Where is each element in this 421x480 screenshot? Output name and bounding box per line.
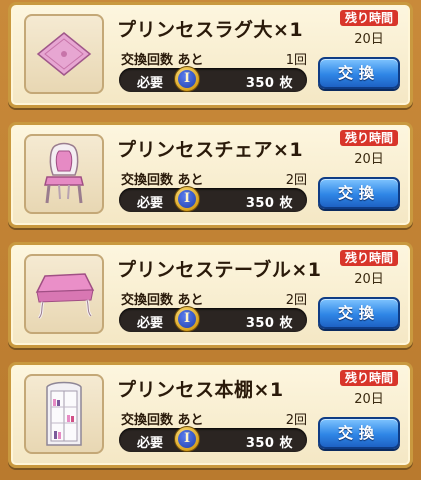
remaining-days: 20日: [354, 32, 384, 47]
remaining-days: 20日: [354, 152, 384, 167]
medal-symbol: I: [178, 70, 196, 88]
item-thumbnail: [24, 134, 104, 214]
exchange-count-label: 交換回数 あと: [121, 173, 204, 188]
item-thumbnail: [24, 374, 104, 454]
pink-chair-icon: [39, 141, 89, 207]
medal-icon: I: [174, 186, 200, 212]
remaining-time-badge: 残り時間: [340, 250, 398, 266]
item-name: プリンセステーブル×1: [117, 259, 322, 281]
required-label: 必要: [137, 196, 164, 211]
pink-table-icon: [31, 266, 97, 322]
item-name: プリンセス本棚×1: [117, 379, 284, 401]
exchange-count-label: 交換回数 あと: [121, 53, 204, 68]
required-amount: 350 枚: [245, 316, 293, 331]
required-amount: 350 枚: [245, 436, 293, 451]
required-label: 必要: [137, 316, 164, 331]
exchange-item-card: プリンセスチェア×1 残り時間 20日 交換回数 あと 2回 必要 I 350 …: [8, 122, 413, 228]
item-thumbnail: [24, 254, 104, 334]
pink-rug-icon: [34, 29, 94, 79]
medal-symbol: I: [178, 310, 196, 328]
medal-icon: I: [174, 66, 200, 92]
remaining-time-badge: 残り時間: [340, 10, 398, 26]
exchange-count-value: 2回: [285, 293, 307, 308]
required-cost-bar: 必要 I 350 枚: [119, 66, 307, 92]
exchange-item-card: プリンセスラグ大×1 残り時間 20日 交換回数 あと 1回 必要 I 350 …: [8, 2, 413, 108]
required-cost-bar: 必要 I 350 枚: [119, 306, 307, 332]
exchange-button[interactable]: 交換: [318, 417, 400, 449]
remaining-time-badge: 残り時間: [340, 370, 398, 386]
required-label: 必要: [137, 76, 164, 91]
exchange-list: プリンセスラグ大×1 残り時間 20日 交換回数 あと 1回 必要 I 350 …: [0, 0, 421, 480]
medal-icon: I: [174, 426, 200, 452]
required-amount: 350 枚: [245, 196, 293, 211]
bookshelf-icon: [41, 379, 87, 449]
remaining-days: 20日: [354, 392, 384, 407]
exchange-button[interactable]: 交換: [318, 177, 400, 209]
exchange-button[interactable]: 交換: [318, 297, 400, 329]
item-name: プリンセスチェア×1: [117, 139, 304, 161]
exchange-count-label: 交換回数 あと: [121, 293, 204, 308]
item-name: プリンセスラグ大×1: [117, 19, 304, 41]
required-cost-bar: 必要 I 350 枚: [119, 426, 307, 452]
medal-symbol: I: [178, 430, 196, 448]
remaining-time-badge: 残り時間: [340, 130, 398, 146]
medal-symbol: I: [178, 190, 196, 208]
required-cost-bar: 必要 I 350 枚: [119, 186, 307, 212]
exchange-count-value: 1回: [285, 53, 307, 68]
remaining-days: 20日: [354, 272, 384, 287]
exchange-item-card: プリンセステーブル×1 残り時間 20日 交換回数 あと 2回 必要 I 350…: [8, 242, 413, 348]
medal-icon: I: [174, 306, 200, 332]
required-label: 必要: [137, 436, 164, 451]
exchange-item-card: プリンセス本棚×1 残り時間 20日 交換回数 あと 2回 必要 I 350 枚…: [8, 362, 413, 468]
exchange-count-label: 交換回数 あと: [121, 413, 204, 428]
item-thumbnail: [24, 14, 104, 94]
exchange-count-value: 2回: [285, 173, 307, 188]
exchange-button[interactable]: 交換: [318, 57, 400, 89]
exchange-count-value: 2回: [285, 413, 307, 428]
required-amount: 350 枚: [245, 76, 293, 91]
